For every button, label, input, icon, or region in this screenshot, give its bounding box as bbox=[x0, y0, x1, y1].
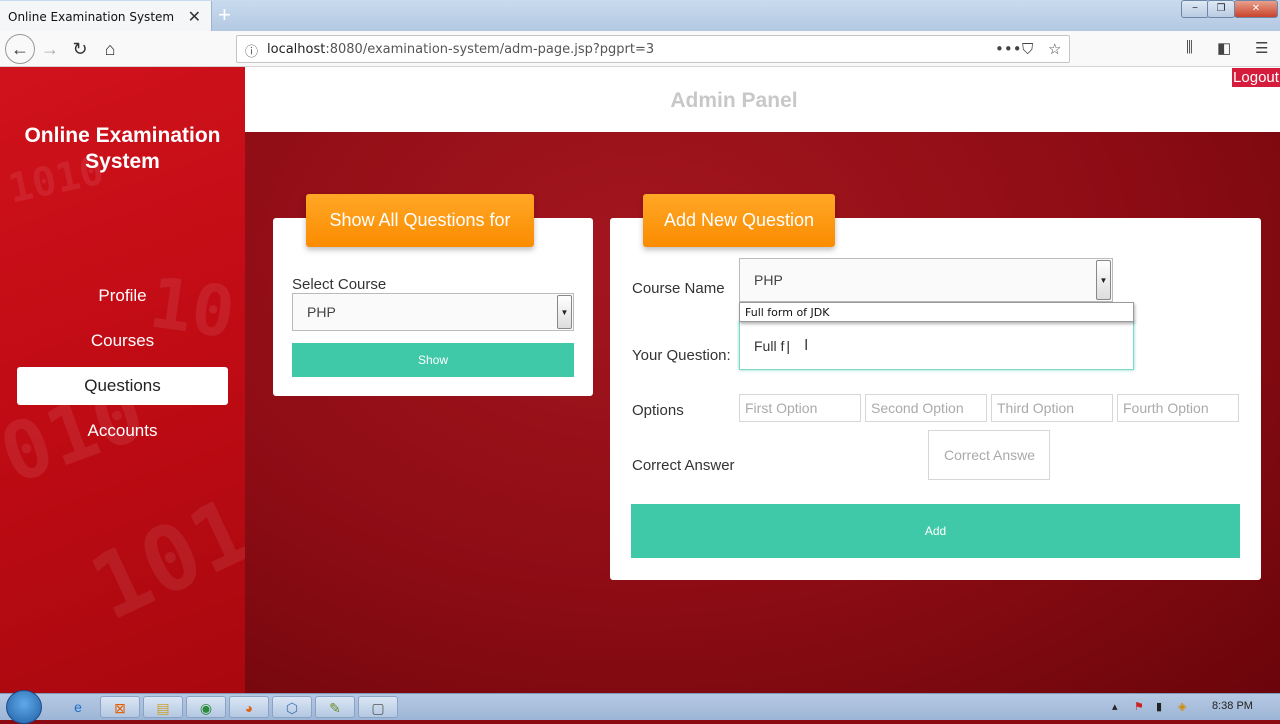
browser-nav-bar: ← → ↻ ⌂ ⓘ localhost:8080/examination-sys… bbox=[0, 31, 1280, 67]
network-icon[interactable]: ⚑ bbox=[1134, 700, 1144, 713]
options-label: Options bbox=[632, 402, 684, 419]
battery-icon[interactable]: ▮ bbox=[1156, 700, 1162, 713]
sidebar-item-questions[interactable]: Questions bbox=[17, 367, 228, 405]
question-input-value: Full f bbox=[754, 337, 785, 354]
logout-button[interactable]: Logout bbox=[1232, 68, 1280, 87]
second-option-input[interactable]: Second Option bbox=[865, 394, 987, 422]
notepad-icon[interactable]: ✎ bbox=[315, 696, 355, 718]
show-button[interactable]: Show bbox=[292, 343, 574, 377]
browser-tab-bar: Online Examination System ✕ + − ❐ ✕ bbox=[0, 0, 1280, 31]
netbeans-icon[interactable]: ⬡ bbox=[272, 696, 312, 718]
forward-arrow-icon[interactable]: → bbox=[36, 35, 64, 63]
close-tab-icon[interactable]: ✕ bbox=[188, 7, 201, 26]
tray-arrow-icon[interactable]: ▴ bbox=[1112, 700, 1118, 713]
autocomplete-suggestion[interactable]: Full form of JDK bbox=[739, 302, 1134, 322]
home-icon[interactable]: ⌂ bbox=[96, 35, 124, 63]
new-tab-icon[interactable]: + bbox=[218, 2, 231, 28]
sidebar-toggle-icon[interactable]: ◧ bbox=[1217, 39, 1231, 57]
sidebar-item-accounts[interactable]: Accounts bbox=[17, 412, 228, 450]
course-name-value: PHP bbox=[754, 272, 783, 288]
firefox-icon[interactable]: ◕ bbox=[229, 696, 269, 718]
explorer-icon[interactable]: ▤ bbox=[143, 696, 183, 718]
clock[interactable]: 8:38 PM bbox=[1212, 700, 1253, 712]
shield-icon[interactable]: ◈ bbox=[1178, 700, 1186, 713]
first-option-input[interactable]: First Option bbox=[739, 394, 861, 422]
start-button-icon[interactable] bbox=[6, 690, 42, 724]
show-questions-tag: Show All Questions for bbox=[306, 194, 534, 247]
minimize-icon[interactable]: − bbox=[1181, 0, 1209, 18]
window-icon[interactable]: ▢ bbox=[358, 696, 398, 718]
sidebar-item-courses[interactable]: Courses bbox=[17, 322, 228, 360]
info-icon[interactable]: ⓘ bbox=[245, 41, 258, 60]
ibeam-cursor-icon: Ι bbox=[803, 336, 809, 354]
sidebar-item-profile[interactable]: Profile bbox=[17, 277, 228, 315]
binary-decoration: 101 bbox=[75, 477, 245, 642]
course-select-value: PHP bbox=[307, 304, 336, 320]
admin-header: Admin Panel bbox=[245, 67, 1280, 132]
correct-answer-label: Correct Answer bbox=[632, 457, 735, 474]
bookmark-star-icon[interactable]: ☆ bbox=[1048, 40, 1061, 58]
back-arrow-icon[interactable]: ← bbox=[5, 34, 35, 64]
add-button[interactable]: Add bbox=[631, 504, 1240, 558]
url-path: :8080/examination-system/adm-page.jsp?pg… bbox=[325, 42, 655, 57]
select-course-label: Select Course bbox=[292, 276, 387, 293]
chrome-icon[interactable]: ◉ bbox=[186, 696, 226, 718]
maximize-icon[interactable]: ❐ bbox=[1207, 0, 1235, 18]
window-close-icon[interactable]: ✕ bbox=[1234, 0, 1278, 18]
your-question-label: Your Question: bbox=[632, 347, 731, 364]
fourth-option-input[interactable]: Fourth Option bbox=[1117, 394, 1239, 422]
course-name-label: Course Name bbox=[632, 280, 725, 297]
text-cursor-icon: | bbox=[786, 337, 790, 354]
reload-icon[interactable]: ↻ bbox=[66, 35, 94, 63]
sidebar: 1010 10 010 101 Online Examination Syste… bbox=[0, 67, 245, 693]
page-title: Admin Panel bbox=[670, 89, 798, 112]
chevron-down-icon[interactable]: ▼ bbox=[1096, 260, 1111, 300]
url-bar[interactable]: ⓘ localhost:8080/examination-system/adm-… bbox=[236, 35, 1070, 63]
chevron-down-icon[interactable]: ▼ bbox=[557, 295, 572, 329]
page-actions-icon[interactable]: ••• bbox=[995, 40, 1022, 58]
windows-taskbar: e ⊠ ▤ ◉ ◕ ⬡ ✎ ▢ ▴ ⚑ ▮ ◈ 8:38 PM bbox=[0, 690, 1280, 724]
tab-title: Online Examination System bbox=[8, 10, 175, 24]
url-host: localhost bbox=[267, 42, 326, 57]
browser-tab[interactable]: Online Examination System ✕ bbox=[0, 1, 212, 31]
library-icon[interactable]: ⫼ bbox=[1186, 39, 1193, 56]
third-option-input[interactable]: Third Option bbox=[991, 394, 1113, 422]
menu-icon[interactable]: ☰ bbox=[1255, 39, 1268, 57]
course-name-select[interactable]: PHP ▼ bbox=[739, 258, 1113, 302]
pocket-icon[interactable]: ⛉ bbox=[1022, 40, 1033, 58]
ie-icon[interactable]: e bbox=[58, 696, 98, 718]
brand-title: Online Examination System bbox=[24, 124, 221, 173]
correct-answer-input[interactable]: Correct Answe bbox=[928, 430, 1050, 480]
add-question-tag: Add New Question bbox=[643, 194, 835, 247]
course-select[interactable]: PHP ▼ bbox=[292, 293, 574, 331]
question-input[interactable]: Full f | Ι bbox=[739, 321, 1134, 370]
xampp-icon[interactable]: ⊠ bbox=[100, 696, 140, 718]
